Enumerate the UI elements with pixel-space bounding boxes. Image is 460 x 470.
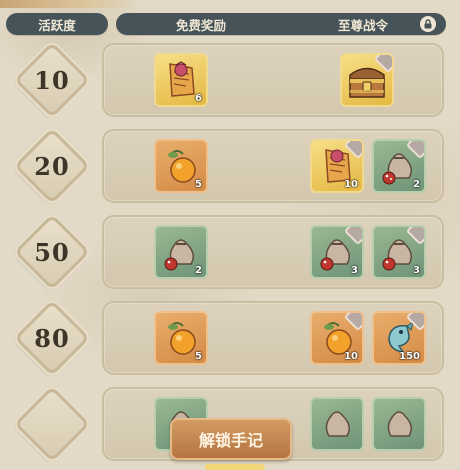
reward-item-sack[interactable]: 2 <box>154 225 208 279</box>
reward-item-chest[interactable] <box>340 53 394 107</box>
item-quantity: 150 <box>399 351 420 362</box>
item-quantity: 6 <box>195 93 202 104</box>
decorative-scroll-edge <box>0 0 140 8</box>
level-number: 80 <box>34 323 70 353</box>
unlock-journal-label: 解锁手记 <box>198 431 263 450</box>
item-quantity: 3 <box>351 265 358 276</box>
premium-pass-label: 至尊战令 <box>338 17 389 33</box>
mushroom-sack-icon <box>325 411 350 437</box>
reward-item-sack[interactable] <box>310 397 364 451</box>
item-quantity: 10 <box>344 179 358 190</box>
level-number: 50 <box>34 237 70 267</box>
level-marker <box>13 385 91 463</box>
level-marker: 10 <box>13 41 91 119</box>
item-quantity: 5 <box>195 179 202 190</box>
item-quantity: 2 <box>195 265 202 276</box>
unlock-journal-button[interactable]: 解锁手记 <box>170 418 292 460</box>
item-quantity: 10 <box>344 351 358 362</box>
reward-item-fish[interactable]: 150 <box>372 311 426 365</box>
reward-item-scroll[interactable]: 6 <box>154 53 208 107</box>
activity-label: 活跃度 <box>38 17 76 33</box>
level-number: 10 <box>34 65 70 95</box>
item-quantity: 2 <box>413 179 420 190</box>
lock-icon[interactable] <box>420 16 436 32</box>
reward-item-scroll[interactable]: 10 <box>310 139 364 193</box>
bottom-highlight <box>205 464 265 470</box>
activity-header: 活跃度 <box>6 13 108 35</box>
reward-item-orange[interactable]: 5 <box>154 139 208 193</box>
free-reward-label: 免费奖励 <box>176 17 227 33</box>
reward-item-sack[interactable]: 3 <box>372 225 426 279</box>
level-marker: 20 <box>13 127 91 205</box>
reward-item-orange[interactable]: 5 <box>154 311 208 365</box>
item-quantity: 3 <box>413 265 420 276</box>
level-marker: 50 <box>13 213 91 291</box>
reward-item-sack[interactable] <box>372 397 426 451</box>
reward-item-orange[interactable]: 10 <box>310 311 364 365</box>
reward-item-sack[interactable]: 2 <box>372 139 426 193</box>
reward-header: 免费奖励 至尊战令 <box>116 13 446 35</box>
item-quantity: 5 <box>195 351 202 362</box>
mushroom-sack-icon <box>387 411 412 437</box>
level-number: 20 <box>34 151 70 181</box>
level-marker: 80 <box>13 299 91 377</box>
reward-item-sack[interactable]: 3 <box>310 225 364 279</box>
